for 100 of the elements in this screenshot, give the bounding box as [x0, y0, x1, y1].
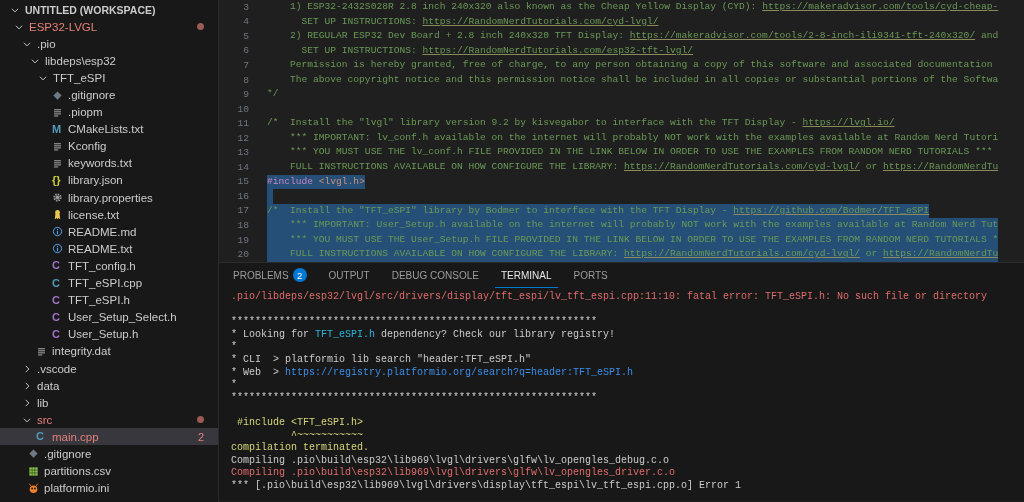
alien-icon: [28, 482, 39, 494]
code-line: SET UP INSTRUCTIONS: https://RandomNerdTutorials.com/cyd-lvgl/: [300, 14, 659, 29]
line-number: 10: [236, 103, 250, 115]
file-name: partitions.csv: [44, 465, 113, 478]
line-number: 19: [236, 234, 250, 246]
terminal-line: *: [231, 379, 238, 392]
panel-tab[interactable]: DEBUG CONSOLE: [385, 263, 485, 288]
line-number: 20: [236, 249, 250, 261]
folder-item[interactable]: libdeps\esp32: [0, 52, 218, 70]
c-letter-icon: C: [52, 277, 63, 289]
file-item[interactable]: .piopm: [0, 103, 218, 121]
line-number: 18: [236, 219, 250, 231]
line-number: 12: [236, 132, 250, 144]
file-name: TFT_config.h: [68, 259, 137, 272]
line-number: 16: [236, 190, 250, 202]
terminal-line: .pio/libdeps/esp32/lvgl/src/drivers/display/tft_espi/lv_tft_espi.cpp:11:10: fatal error: TFT_eSPI.h: No such file or directory: [231, 291, 989, 304]
panel-tab[interactable]: PROBLEMS 2: [227, 263, 313, 288]
folder-name: src: [37, 413, 54, 426]
line-number: 7: [242, 59, 250, 71]
code-link[interactable]: https://lvgl.io/: [802, 117, 895, 129]
folder-name: lib: [37, 396, 50, 409]
c-letter-icon: C: [52, 260, 63, 272]
line-number: 5: [242, 30, 250, 42]
file-item[interactable]: platformio.ini: [0, 479, 218, 497]
file-item[interactable]: README.txt: [0, 240, 218, 258]
file-item[interactable]: keywords.txt: [0, 154, 218, 172]
code-link[interactable]: https://RandomNerdTutorials.com/cyd-lvgl/: [422, 15, 659, 27]
code-link[interactable]: https://RandomNerdTu: [883, 161, 999, 172]
file-item[interactable]: license.txt: [0, 206, 218, 224]
panel-tab[interactable]: TERMINAL: [494, 263, 558, 288]
file-item[interactable]: C main.cpp 2: [0, 428, 218, 446]
file-item[interactable]: C TFT_config.h: [0, 257, 218, 275]
terminal-line: *** [.pio\build\esp32\lib969\lvgl\drivers\display\tft_espi\lv_tft_espi.cpp.o] Error 1: [231, 479, 743, 493]
file-item[interactable]: C User_Setup_Select.h: [0, 308, 218, 326]
file-item[interactable]: .gitignore: [0, 445, 218, 463]
folder-item[interactable]: .vscode: [0, 359, 218, 378]
code-line: The above copyright notice and this permission notice shall be included in all copies or substantial portions of the Softwa: [289, 72, 999, 87]
file-name: CMakeLists.txt: [68, 123, 145, 136]
folder-item[interactable]: UNTITLED (WORKSPACE): [0, 1, 218, 19]
file-item[interactable]: README.md: [0, 223, 218, 241]
grid-icon: [28, 465, 39, 477]
folder-name: ESP32-LVGL: [29, 20, 99, 33]
c-letter-icon: C: [36, 431, 47, 443]
code-link[interactable]: https://RandomNerdTutorials.com/esp32-tft-lvgl/: [422, 44, 694, 56]
file-item[interactable]: .gitignore: [0, 86, 218, 104]
terminal-line: ^~~~~~~~~~~~: [290, 429, 365, 442]
file-item[interactable]: partitions.csv: [0, 462, 218, 480]
panel-tab[interactable]: PORTS: [567, 263, 614, 288]
braces-icon: {}: [52, 175, 63, 186]
terminal-link[interactable]: https://registry.platformio.org/search?q=header:TFT_eSPI.h: [285, 366, 634, 378]
code-line: *** IMPORTANT: lv_conf.h available on the internet will probably NOT work with the examples available at Random Nerd Tutori: [289, 130, 999, 145]
ribbon-icon: [52, 209, 63, 221]
line-number: 4: [242, 16, 250, 28]
lines-icon: [52, 140, 63, 152]
folder-item[interactable]: .pio: [0, 35, 218, 53]
line-number: 11: [236, 118, 250, 130]
file-item[interactable]: {} library.json: [0, 171, 218, 190]
file-name: .piopm: [68, 106, 104, 119]
folder-item[interactable]: src: [0, 411, 218, 429]
file-item[interactable]: library.properties: [0, 189, 218, 207]
code-link[interactable]: https://makeradvisor.com/tools/2-8-inch-ili9341-tft-240x320/: [629, 30, 976, 42]
file-item[interactable]: C User_Setup.h: [0, 325, 218, 343]
file-name: license.txt: [68, 208, 121, 221]
terminal-line: *************************************************************: [231, 316, 599, 329]
folder-item[interactable]: ESP32-LVGL: [0, 18, 218, 36]
terminal-line: * Web > https://registry.platformio.org/search?q=header:TFT_eSPI.h: [231, 366, 635, 379]
folder-name: data: [37, 379, 61, 392]
terminal-line: Compiling .pio\build\esp32\lib969\lvgl\drivers\glfw\lv_opengles_driver.c.o: [231, 467, 677, 480]
folder-name: .vscode: [37, 362, 78, 375]
code-line: 1) ESP32-2432S028R 2.8 inch 240x320 also known as the Cheap Yellow Display (CYD): https://makeradvisor.com/tools/cyd-cheap-: [289, 0, 999, 14]
info-icon: [52, 226, 63, 238]
code-line: Permission is hereby granted, free of charge, to any person obtaining a copy of this software and associated documentation: [289, 58, 993, 73]
lines-icon: [52, 106, 63, 118]
folder-item[interactable]: TFT_eSPI: [0, 69, 218, 87]
line-number: 15: [236, 176, 250, 188]
file-name: library.properties: [68, 191, 154, 204]
file-item[interactable]: C TFT_eSPI.cpp: [0, 274, 218, 292]
panel-tab[interactable]: OUTPUT: [322, 263, 376, 288]
folder-item[interactable]: lib: [0, 394, 218, 412]
file-item[interactable]: integrity.dat: [0, 342, 218, 360]
line-number: 14: [236, 161, 250, 173]
gear-icon: [52, 192, 63, 204]
file-name: library.json: [68, 174, 124, 187]
terminal-line: *************************************************************: [231, 391, 599, 405]
terminal-line: * CLI > platformio lib search "header:TFT_eSPI.h": [231, 353, 533, 367]
file-item[interactable]: M CMakeLists.txt: [0, 120, 218, 138]
problem-count: 2: [197, 430, 204, 443]
file-name: User_Setup_Select.h: [68, 311, 178, 324]
code-link[interactable]: https://makeradvisor.com/tools/cyd-cheap-: [762, 1, 999, 12]
file-item[interactable]: Kconfig: [0, 137, 218, 155]
terminal-line: * Looking for TFT_eSPI.h dependency? Check our library registry!: [231, 328, 617, 341]
code-link[interactable]: https://RandomNerdTutorials.com/cyd-lvgl/: [623, 161, 860, 172]
file-name: TFT_eSPI.h: [68, 294, 131, 307]
c-letter-icon: C: [52, 328, 63, 340]
file-item[interactable]: C TFT_eSPI.h: [0, 291, 218, 309]
terminal-line: compilation terminated.: [231, 442, 371, 455]
folder-item[interactable]: data: [0, 377, 218, 395]
code-line: FULL INSTRUCTIONS AVAILABLE ON HOW CONFIGURE THE LIBRARY: https://RandomNerdTutorials.com/cyd-lvgl/ or https://RandomNerdTu: [289, 160, 999, 174]
code-line: */: [267, 87, 279, 102]
line-number: 17: [236, 205, 250, 217]
